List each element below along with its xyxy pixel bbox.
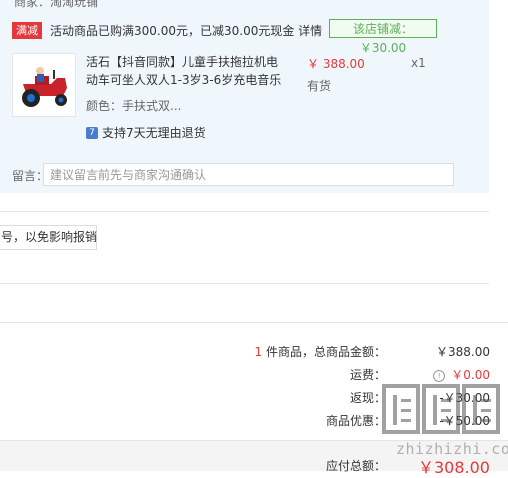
- product-thumbnail[interactable]: [12, 53, 76, 117]
- section-divider: [0, 283, 489, 284]
- return-policy-label: 支持7天无理由退货: [102, 126, 206, 140]
- items-total-value: ￥388.00: [436, 345, 490, 359]
- shop-name[interactable]: 商家：淘淘玩铺: [14, 0, 98, 10]
- items-total-label: 件商品，总商品金额：: [265, 345, 386, 359]
- seven-day-return-icon: 7: [86, 126, 98, 139]
- shop-block: 商家：淘淘玩铺 满减 活动商品已购满300.00元，已减30.00元现金 详情 …: [0, 0, 489, 193]
- watermark-text: zhizhizhi.com: [396, 440, 508, 458]
- shipping-value: ￥0.00: [451, 368, 490, 382]
- invoice-notice-button[interactable]: 号，以免影响报销: [0, 225, 97, 250]
- promo-tag: 满减: [12, 21, 42, 39]
- items-count-label: 1 件商品，总商品金额：: [255, 343, 386, 360]
- product-title[interactable]: 活石【抖音同款】儿童手扶拖拉机电动车可坐人双人1-3岁3-6岁充电音乐: [86, 53, 284, 89]
- deduction-label: 商品优惠：: [325, 414, 386, 428]
- payable-label: 应付总额：: [325, 459, 386, 473]
- product-color: 颜色：手扶式双...: [86, 99, 182, 113]
- product-price: ￥ 388.00: [307, 57, 365, 71]
- promo-row: 满减 活动商品已购满300.00元，已减30.00元现金 详情: [12, 21, 322, 39]
- product-quantity: x1: [411, 56, 426, 70]
- return-policy: 7 支持7天无理由退货: [86, 124, 206, 141]
- shop-discount-badge: 该店铺减：￥30.00: [329, 19, 437, 55]
- stock-status: 有货: [307, 79, 332, 93]
- promo-text[interactable]: 活动商品已购满300.00元，已减30.00元现金 详情: [50, 22, 322, 39]
- items-count: 1: [254, 345, 263, 359]
- message-input[interactable]: [43, 163, 454, 186]
- section-divider: [0, 211, 489, 212]
- tractor-toy-image: [13, 54, 75, 116]
- watermark-logo: [382, 384, 500, 434]
